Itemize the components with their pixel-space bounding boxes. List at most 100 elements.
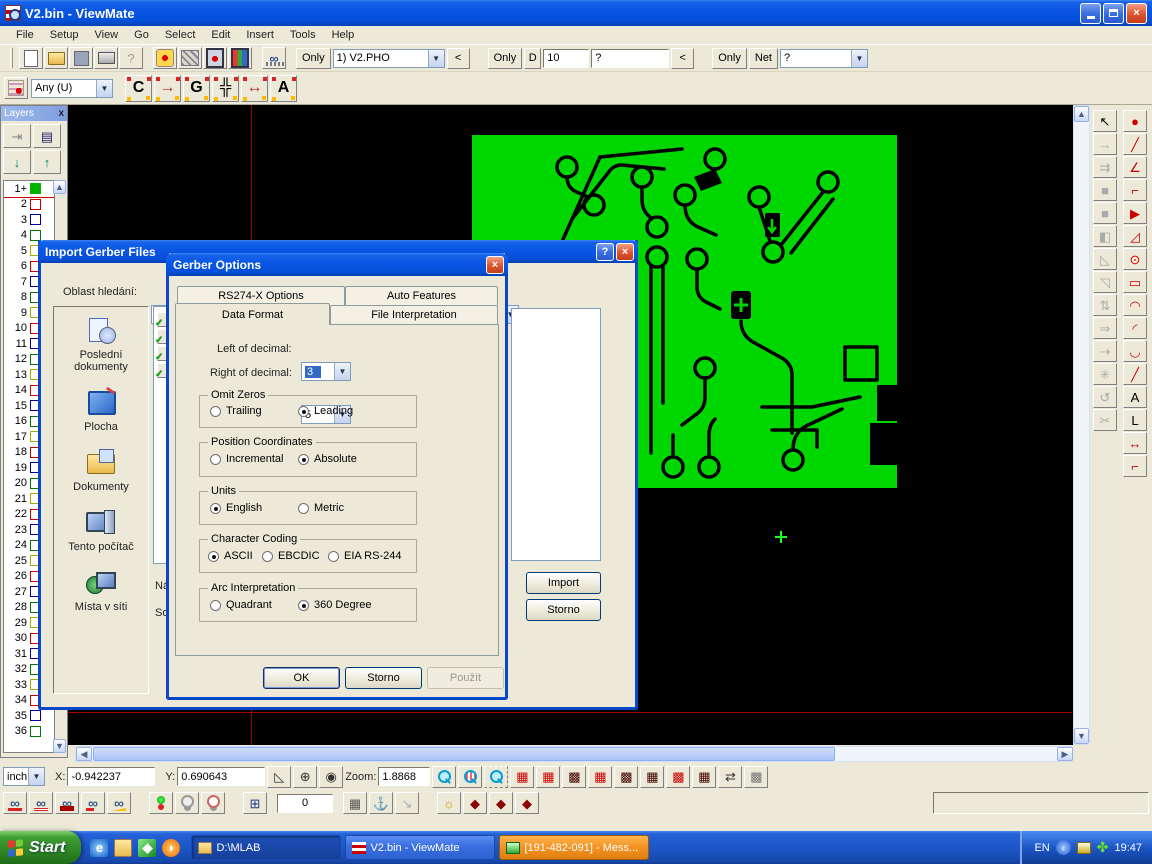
layer-color-swatch[interactable] bbox=[30, 214, 41, 225]
zoom-grid-icon[interactable] bbox=[458, 766, 482, 788]
mirror-icon[interactable]: ◧ bbox=[1093, 225, 1117, 247]
text-a-icon[interactable]: A bbox=[270, 75, 297, 102]
minimize-button[interactable] bbox=[1080, 3, 1101, 24]
cut-icon[interactable]: ✂ bbox=[1093, 409, 1117, 431]
print-icon[interactable] bbox=[94, 47, 118, 69]
draw-pad-icon[interactable]: ● bbox=[1123, 110, 1147, 132]
tile-windows-icon[interactable]: ⊞ bbox=[243, 792, 267, 814]
y-coordinate-field[interactable]: 0.690643 bbox=[177, 767, 265, 786]
pad-diamond-s-icon[interactable]: ◆ bbox=[489, 792, 513, 814]
dcode-input[interactable]: 10 bbox=[543, 49, 589, 68]
flash-sun-icon[interactable]: ☼ bbox=[437, 792, 461, 814]
tab-auto-features[interactable]: Auto Features bbox=[345, 286, 498, 305]
pad-grid-icon[interactable] bbox=[4, 77, 28, 99]
measure-angle-icon[interactable]: ◺ bbox=[267, 766, 291, 788]
draw-rect-icon[interactable]: ▭ bbox=[1123, 271, 1147, 293]
chevron-down-icon[interactable]: ▼ bbox=[851, 50, 867, 67]
close-icon[interactable]: × bbox=[616, 243, 634, 261]
save-icon[interactable] bbox=[69, 47, 93, 69]
layers-panel-titlebar[interactable]: Layers x bbox=[1, 106, 67, 121]
bulb-off-icon[interactable] bbox=[201, 792, 225, 814]
chevron-down-icon[interactable]: ▼ bbox=[334, 363, 350, 380]
radio-ascii[interactable]: ASCII bbox=[208, 550, 253, 562]
only-net-button[interactable]: Only bbox=[712, 48, 747, 69]
flash-cross-icon[interactable]: ╬ bbox=[212, 75, 239, 102]
select-cursor-icon[interactable]: ↖ bbox=[1093, 110, 1117, 132]
radio-360-degree[interactable]: 360 Degree bbox=[298, 599, 372, 611]
chevron-down-icon[interactable]: ▼ bbox=[96, 80, 112, 97]
layer-row-35[interactable]: 35 bbox=[4, 708, 54, 724]
bulb-on-icon[interactable] bbox=[175, 792, 199, 814]
draw-sketch-icon[interactable]: ╱ bbox=[1123, 363, 1147, 385]
radio-metric[interactable]: Metric bbox=[298, 502, 344, 514]
radio-incremental[interactable]: Incremental bbox=[210, 453, 283, 465]
left-of-decimal-combo[interactable]: 3 ▼ bbox=[301, 362, 351, 381]
menu-file[interactable]: File bbox=[8, 27, 42, 43]
transform-icon[interactable]: ◹ bbox=[1093, 271, 1117, 293]
taskbar-task-viewmate[interactable]: V2.bin - ViewMate bbox=[345, 835, 495, 860]
layer-row-3[interactable]: 3 bbox=[4, 212, 54, 228]
pattern-7-icon[interactable]: ▩ bbox=[744, 766, 768, 788]
icq-flower-icon[interactable]: ✤ bbox=[1097, 839, 1109, 856]
x-coordinate-field[interactable]: -0.942237 bbox=[67, 767, 155, 786]
tray-app-icon[interactable] bbox=[1077, 842, 1091, 854]
label-tool-icon[interactable]: L bbox=[1123, 409, 1147, 431]
context-help-icon[interactable]: ? bbox=[119, 47, 143, 69]
zoom-field[interactable]: 1.8868 bbox=[378, 767, 430, 786]
view-pads-icon[interactable] bbox=[3, 792, 27, 814]
goto-arrow-icon[interactable]: → bbox=[154, 75, 181, 102]
horizontal-scrollbar[interactable]: ◀ ▶ bbox=[75, 746, 1073, 762]
scroll-up-icon[interactable]: ▲ bbox=[53, 180, 66, 194]
layer-color-swatch[interactable] bbox=[30, 726, 41, 737]
zoom-window-icon[interactable] bbox=[484, 766, 508, 788]
draw-triangle-icon[interactable]: ◿ bbox=[1123, 225, 1147, 247]
layer-stack-icon[interactable]: ▤ bbox=[33, 124, 61, 148]
taskbar-task-messenger[interactable]: [191-482-091] - Mess... bbox=[499, 835, 649, 860]
component-c-icon[interactable]: C bbox=[125, 75, 152, 102]
replace-icon[interactable]: ⇒ bbox=[1093, 317, 1117, 339]
close-icon[interactable]: x bbox=[58, 108, 64, 119]
draw-arc-icon[interactable]: ◠ bbox=[1123, 294, 1147, 316]
rotate-icon[interactable]: ◺ bbox=[1093, 248, 1117, 270]
language-indicator[interactable]: EN bbox=[1034, 842, 1049, 854]
chevron-down-icon[interactable]: ▼ bbox=[28, 768, 44, 785]
swap-arrow-icon[interactable]: ↔ bbox=[241, 75, 268, 102]
copy-items-icon[interactable]: ⇉ bbox=[1093, 156, 1117, 178]
only-layer-button[interactable]: Only bbox=[296, 48, 331, 69]
radio-trailing[interactable]: Trailing bbox=[210, 405, 262, 417]
menu-edit[interactable]: Edit bbox=[203, 27, 238, 43]
draw-corner2-icon[interactable]: ⌐ bbox=[1123, 455, 1147, 477]
tab-file-interpretation[interactable]: File Interpretation bbox=[330, 305, 498, 324]
view-lines-icon[interactable] bbox=[81, 792, 105, 814]
import-cancel-button[interactable]: Storno bbox=[526, 599, 601, 621]
center-point-icon[interactable]: ◉ bbox=[319, 766, 343, 788]
layer-row-1[interactable]: 1+ bbox=[4, 181, 54, 197]
layer-color-swatch[interactable] bbox=[30, 710, 41, 721]
restore-button[interactable] bbox=[1103, 3, 1124, 24]
menu-setup[interactable]: Setup bbox=[42, 27, 87, 43]
radio-quadrant[interactable]: Quadrant bbox=[210, 599, 272, 611]
place-network[interactable]: Místa v síti bbox=[54, 559, 148, 619]
layer-color-swatch[interactable] bbox=[30, 199, 41, 210]
pattern-3-icon[interactable]: ▩ bbox=[614, 766, 638, 788]
film-color-icon[interactable] bbox=[228, 47, 252, 69]
place-recent-documents[interactable]: Poslední dokumenty bbox=[54, 307, 148, 379]
draw-corner-icon[interactable]: ⌐ bbox=[1123, 179, 1147, 201]
place-desktop[interactable]: Plocha bbox=[54, 379, 148, 439]
scroll-up-icon[interactable]: ▲ bbox=[1074, 106, 1089, 122]
radio-absolute[interactable]: Absolute bbox=[298, 453, 357, 465]
net-combo[interactable]: ? ▼ bbox=[780, 49, 868, 68]
film-dot-icon[interactable] bbox=[203, 47, 227, 69]
swap-view-icon[interactable]: ⇄ bbox=[718, 766, 742, 788]
traffic-light-icon[interactable] bbox=[149, 792, 173, 814]
unit-combo[interactable]: inch ▼ bbox=[3, 767, 45, 786]
dcode-table-icon[interactable]: ▦ bbox=[510, 766, 534, 788]
draw-circle-icon[interactable]: ⊙ bbox=[1123, 248, 1147, 270]
draw-polyline-icon[interactable]: ∠ bbox=[1123, 156, 1147, 178]
filled-rect-icon[interactable]: ■ bbox=[1093, 179, 1117, 201]
vertical-scrollbar[interactable]: ▲ ▼ bbox=[1073, 105, 1090, 745]
open-folder-icon[interactable] bbox=[44, 47, 68, 69]
settings-gear-icon[interactable]: ✳ bbox=[1093, 363, 1117, 385]
menu-view[interactable]: View bbox=[86, 27, 126, 43]
scroll-left-icon[interactable]: ◀ bbox=[76, 747, 92, 761]
